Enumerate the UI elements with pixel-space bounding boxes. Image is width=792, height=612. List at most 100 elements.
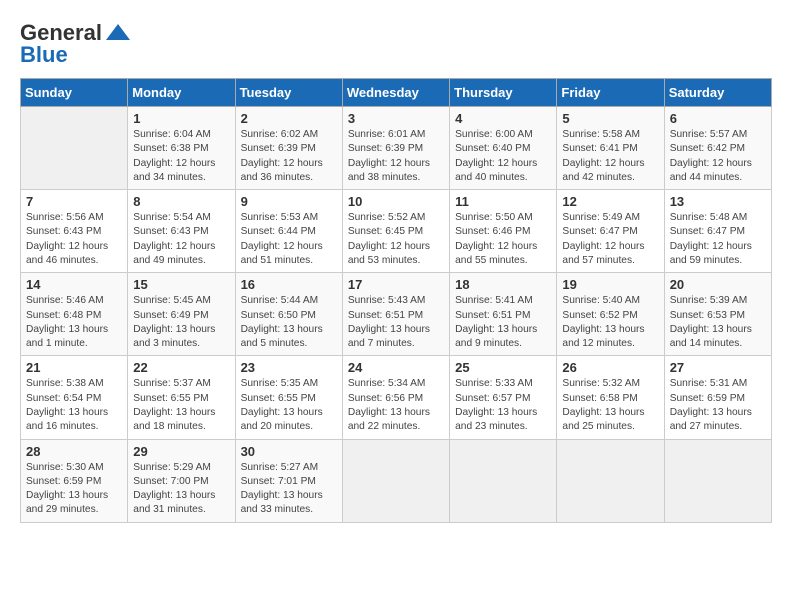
day-number: 19 [562,277,658,292]
day-number: 5 [562,111,658,126]
calendar-cell: 23Sunrise: 5:35 AM Sunset: 6:55 PM Dayli… [235,356,342,439]
day-info: Sunrise: 5:35 AM Sunset: 6:55 PM Dayligh… [241,377,337,434]
calendar-table: SundayMondayTuesdayWednesdayThursdayFrid… [20,78,772,523]
day-number: 28 [26,444,122,459]
day-info: Sunrise: 5:54 AM Sunset: 6:43 PM Dayligh… [133,211,229,268]
day-info: Sunrise: 5:38 AM Sunset: 6:54 PM Dayligh… [26,377,122,434]
weekday-header-saturday: Saturday [664,79,771,107]
calendar-cell: 30 Sunrise: 5:27 AM Sunset: 7:01 PM Dayli… [235,439,342,522]
day-number: 22 [133,360,229,375]
weekday-header-friday: Friday [557,79,664,107]
day-info: Sunrise: 5:40 AM Sunset: 6:52 PM Dayligh… [562,294,658,351]
day-number: 24 [348,360,444,375]
calendar-cell: 13 Sunrise: 5:48 AM Sunset: 6:47 PM Dayli… [664,190,771,273]
day-info: Sunrise: 5:46 AM Sunset: 6:48 PM Dayligh… [26,294,122,351]
day-info: Sunrise: 5:48 AM Sunset: 6:47 PM Dayligh… [670,211,766,268]
logo: General Blue [20,20,132,68]
day-info: Sunrise: 6:04 AM Sunset: 6:38 PM Dayligh… [133,128,229,185]
day-info: Sunrise: 5:58 AM Sunset: 6:41 PM Dayligh… [562,128,658,185]
calendar-cell: 28 Sunrise: 5:30 AM Sunset: 6:59 PM Dayli… [21,439,128,522]
day-number: 13 [670,194,766,209]
day-info: Sunrise: 5:52 AM Sunset: 6:45 PM Dayligh… [348,211,444,268]
calendar-cell [557,439,664,522]
calendar-cell: 29 Sunrise: 5:29 AM Sunset: 7:00 PM Dayli… [128,439,235,522]
calendar-cell: 16 Sunrise: 5:44 AM Sunset: 6:50 PM Dayli… [235,273,342,356]
calendar-cell: 14 Sunrise: 5:46 AM Sunset: 6:48 PM Dayli… [21,273,128,356]
calendar-cell: 22 Sunrise: 5:37 AM Sunset: 6:55 PM Dayli… [128,356,235,439]
calendar-cell: 3 Sunrise: 6:01 AM Sunset: 6:39 PM Daylig… [342,107,449,190]
day-number: 4 [455,111,551,126]
logo-icon [104,22,132,44]
day-info: Sunrise: 6:02 AM Sunset: 6:39 PM Dayligh… [241,128,337,185]
day-number: 14 [26,277,122,292]
day-number: 30 [241,444,337,459]
day-info: Sunrise: 5:30 AM Sunset: 6:59 PM Dayligh… [26,461,122,518]
day-info: Sunrise: 5:56 AM Sunset: 6:43 PM Dayligh… [26,211,122,268]
calendar-cell [21,107,128,190]
day-number: 15 [133,277,229,292]
day-number: 6 [670,111,766,126]
weekday-header-thursday: Thursday [450,79,557,107]
calendar-cell: 4 Sunrise: 6:00 AM Sunset: 6:40 PM Daylig… [450,107,557,190]
calendar-cell: 9 Sunrise: 5:53 AM Sunset: 6:44 PM Daylig… [235,190,342,273]
day-number: 21 [26,360,122,375]
calendar-cell [342,439,449,522]
day-info: Sunrise: 5:39 AM Sunset: 6:53 PM Dayligh… [670,294,766,351]
day-info: Sunrise: 5:41 AM Sunset: 6:51 PM Dayligh… [455,294,551,351]
weekday-header-monday: Monday [128,79,235,107]
day-info: Sunrise: 5:33 AM Sunset: 6:57 PM Dayligh… [455,377,551,434]
day-number: 18 [455,277,551,292]
calendar-cell [450,439,557,522]
calendar-cell: 7 Sunrise: 5:56 AM Sunset: 6:43 PM Daylig… [21,190,128,273]
calendar-cell: 25 Sunrise: 5:33 AM Sunset: 6:57 PM Dayli… [450,356,557,439]
day-info: Sunrise: 5:32 AM Sunset: 6:58 PM Dayligh… [562,377,658,434]
calendar-cell: 17 Sunrise: 5:43 AM Sunset: 6:51 PM Dayli… [342,273,449,356]
calendar-cell: 15 Sunrise: 5:45 AM Sunset: 6:49 PM Dayli… [128,273,235,356]
logo-blue: Blue [20,42,68,68]
calendar-cell: 20 Sunrise: 5:39 AM Sunset: 6:53 PM Dayli… [664,273,771,356]
day-number: 2 [241,111,337,126]
day-number: 29 [133,444,229,459]
day-number: 25 [455,360,551,375]
day-number: 16 [241,277,337,292]
calendar-cell: 21 Sunrise: 5:38 AM Sunset: 6:54 PM Dayli… [21,356,128,439]
weekday-header-sunday: Sunday [21,79,128,107]
calendar-cell: 2 Sunrise: 6:02 AM Sunset: 6:39 PM Daylig… [235,107,342,190]
calendar-cell: 6 Sunrise: 5:57 AM Sunset: 6:42 PM Daylig… [664,107,771,190]
day-number: 12 [562,194,658,209]
day-number: 10 [348,194,444,209]
day-info: Sunrise: 5:45 AM Sunset: 6:49 PM Dayligh… [133,294,229,351]
weekday-header-wednesday: Wednesday [342,79,449,107]
calendar-cell: 26 Sunrise: 5:32 AM Sunset: 6:58 PM Dayli… [557,356,664,439]
day-info: Sunrise: 5:27 AM Sunset: 7:01 PM Dayligh… [241,461,337,518]
day-number: 17 [348,277,444,292]
day-info: Sunrise: 5:37 AM Sunset: 6:55 PM Dayligh… [133,377,229,434]
calendar-cell: 18 Sunrise: 5:41 AM Sunset: 6:51 PM Dayli… [450,273,557,356]
calendar-cell: 10 Sunrise: 5:52 AM Sunset: 6:45 PM Dayli… [342,190,449,273]
day-info: Sunrise: 5:57 AM Sunset: 6:42 PM Dayligh… [670,128,766,185]
day-info: Sunrise: 5:29 AM Sunset: 7:00 PM Dayligh… [133,461,229,518]
day-info: Sunrise: 5:31 AM Sunset: 6:59 PM Dayligh… [670,377,766,434]
day-info: Sunrise: 5:34 AM Sunset: 6:56 PM Dayligh… [348,377,444,434]
day-number: 26 [562,360,658,375]
day-number: 1 [133,111,229,126]
day-number: 9 [241,194,337,209]
calendar-cell: 5 Sunrise: 5:58 AM Sunset: 6:41 PM Daylig… [557,107,664,190]
day-info: Sunrise: 5:44 AM Sunset: 6:50 PM Dayligh… [241,294,337,351]
day-number: 7 [26,194,122,209]
calendar-cell: 24 Sunrise: 5:34 AM Sunset: 6:56 PM Dayli… [342,356,449,439]
day-info: Sunrise: 6:01 AM Sunset: 6:39 PM Dayligh… [348,128,444,185]
calendar-cell: 8Sunrise: 5:54 AM Sunset: 6:43 PM Daylig… [128,190,235,273]
day-info: Sunrise: 5:43 AM Sunset: 6:51 PM Dayligh… [348,294,444,351]
day-info: Sunrise: 5:53 AM Sunset: 6:44 PM Dayligh… [241,211,337,268]
calendar-cell: 12 Sunrise: 5:49 AM Sunset: 6:47 PM Dayli… [557,190,664,273]
day-number: 20 [670,277,766,292]
day-number: 3 [348,111,444,126]
calendar-cell [664,439,771,522]
calendar-cell: 11Sunrise: 5:50 AM Sunset: 6:46 PM Dayli… [450,190,557,273]
day-info: Sunrise: 5:49 AM Sunset: 6:47 PM Dayligh… [562,211,658,268]
day-number: 11 [455,194,551,209]
header: General Blue [20,20,772,68]
day-info: Sunrise: 6:00 AM Sunset: 6:40 PM Dayligh… [455,128,551,185]
calendar-cell: 1 Sunrise: 6:04 AM Sunset: 6:38 PM Daylig… [128,107,235,190]
